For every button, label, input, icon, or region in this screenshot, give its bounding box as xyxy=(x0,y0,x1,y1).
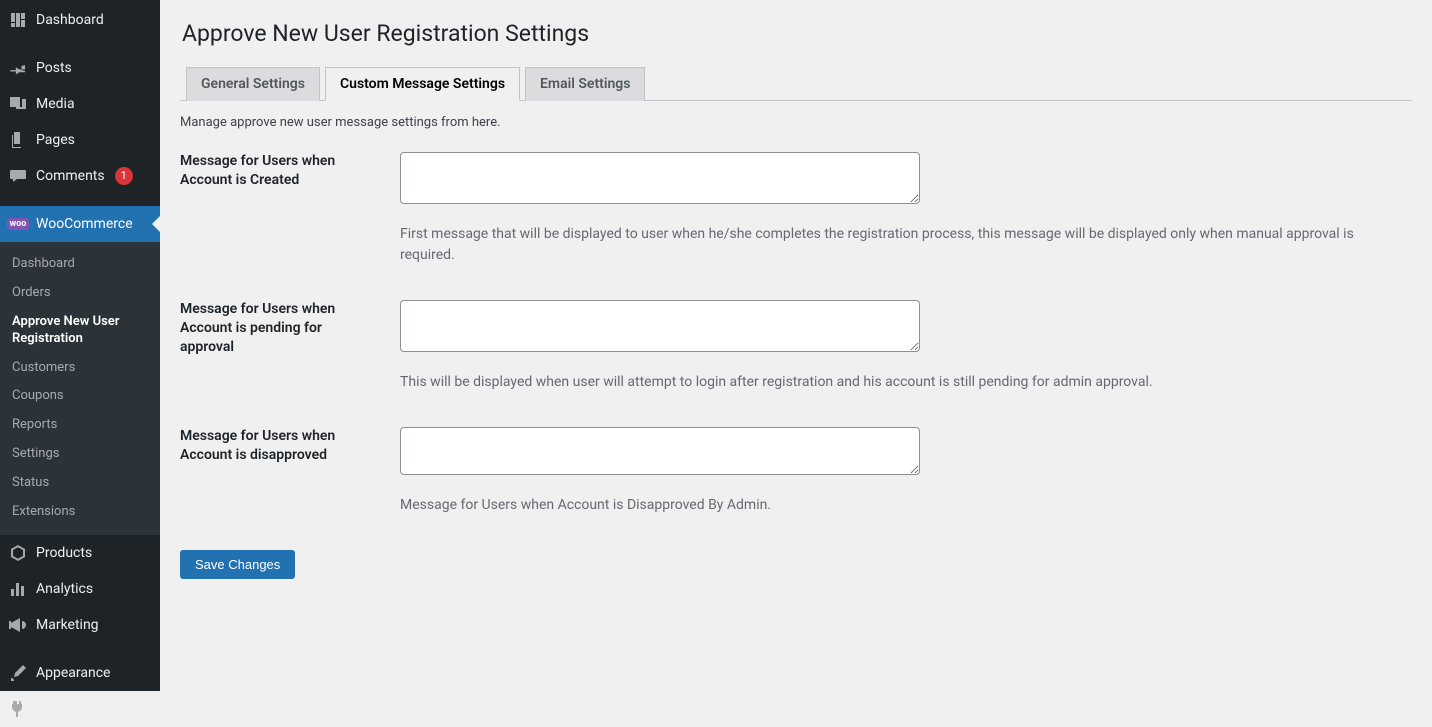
sidebar-item-media[interactable]: Media xyxy=(0,86,160,122)
field-label: Message for Users when Account is Create… xyxy=(180,152,400,190)
woocommerce-submenu: Dashboard Orders Approve New User Regist… xyxy=(0,242,160,535)
megaphone-icon xyxy=(8,615,28,635)
comment-icon xyxy=(8,166,28,186)
field-label: Message for Users when Account is pendin… xyxy=(180,300,400,357)
form-row-account-created: Message for Users when Account is Create… xyxy=(180,152,1412,266)
tab-description: Manage approve new user message settings… xyxy=(180,115,1412,130)
sidebar-item-pages[interactable]: Pages xyxy=(0,122,160,158)
sidebar-item-plugins[interactable]: Plugins xyxy=(0,691,160,727)
form-row-account-disapproved: Message for Users when Account is disapp… xyxy=(180,427,1412,516)
sidebar-item-label: Pages xyxy=(36,132,75,148)
submenu-item-approve-new-user[interactable]: Approve New User Registration xyxy=(0,308,160,354)
sidebar-item-label: Analytics xyxy=(36,581,93,597)
submenu-item-customers[interactable]: Customers xyxy=(0,354,160,383)
brush-icon xyxy=(8,663,28,683)
tab-email-settings[interactable]: Email Settings xyxy=(525,67,645,101)
submenu-item-extensions[interactable]: Extensions xyxy=(0,498,160,527)
sidebar-item-dashboard[interactable]: Dashboard xyxy=(0,2,160,38)
dashboard-icon xyxy=(8,10,28,30)
sidebar-item-label: Appearance xyxy=(36,665,110,681)
analytics-icon xyxy=(8,579,28,599)
submenu-item-settings[interactable]: Settings xyxy=(0,440,160,469)
sidebar-item-woocommerce[interactable]: woo WooCommerce xyxy=(0,206,160,242)
submenu-item-coupons[interactable]: Coupons xyxy=(0,382,160,411)
sidebar-item-label: WooCommerce xyxy=(36,216,133,232)
sidebar-item-label: Dashboard xyxy=(36,12,104,28)
products-icon xyxy=(8,543,28,563)
pages-icon xyxy=(8,130,28,150)
message-account-disapproved-input[interactable] xyxy=(400,427,920,475)
field-helper: This will be displayed when user will at… xyxy=(400,372,1412,393)
submenu-item-reports[interactable]: Reports xyxy=(0,411,160,440)
message-account-pending-input[interactable] xyxy=(400,300,920,352)
submenu-item-dashboard[interactable]: Dashboard xyxy=(0,250,160,279)
form-row-account-pending: Message for Users when Account is pendin… xyxy=(180,300,1412,393)
sidebar-item-marketing[interactable]: Marketing xyxy=(0,607,160,643)
sidebar-item-label: Marketing xyxy=(36,617,99,633)
sidebar-item-analytics[interactable]: Analytics xyxy=(0,571,160,607)
message-account-created-input[interactable] xyxy=(400,152,920,204)
field-label: Message for Users when Account is disapp… xyxy=(180,427,400,465)
main-content: Approve New User Registration Settings G… xyxy=(160,0,1432,691)
media-icon xyxy=(8,94,28,114)
admin-sidebar: Dashboard Posts Media Pages Comments 1 w… xyxy=(0,0,160,691)
sidebar-item-label: Media xyxy=(36,96,75,112)
sidebar-item-label: Comments xyxy=(36,168,105,184)
plug-icon xyxy=(8,699,28,719)
sidebar-item-label: Plugins xyxy=(36,701,82,717)
woocommerce-icon: woo xyxy=(8,214,28,234)
sidebar-item-label: Posts xyxy=(36,60,72,76)
submenu-item-status[interactable]: Status xyxy=(0,469,160,498)
field-helper: Message for Users when Account is Disapp… xyxy=(400,495,1412,516)
pin-icon xyxy=(8,58,28,78)
sidebar-item-appearance[interactable]: Appearance xyxy=(0,655,160,691)
sidebar-item-comments[interactable]: Comments 1 xyxy=(0,158,160,194)
field-helper: First message that will be displayed to … xyxy=(400,224,1412,266)
comments-badge: 1 xyxy=(115,167,133,184)
tabs: General Settings Custom Message Settings… xyxy=(180,67,1412,101)
page-title: Approve New User Registration Settings xyxy=(182,20,1412,47)
submenu-item-orders[interactable]: Orders xyxy=(0,279,160,308)
sidebar-item-label: Products xyxy=(36,545,92,561)
sidebar-item-products[interactable]: Products xyxy=(0,535,160,571)
tab-custom-message-settings[interactable]: Custom Message Settings xyxy=(325,67,520,101)
save-changes-button[interactable]: Save Changes xyxy=(180,550,295,579)
tab-general-settings[interactable]: General Settings xyxy=(186,67,320,101)
sidebar-item-posts[interactable]: Posts xyxy=(0,50,160,86)
